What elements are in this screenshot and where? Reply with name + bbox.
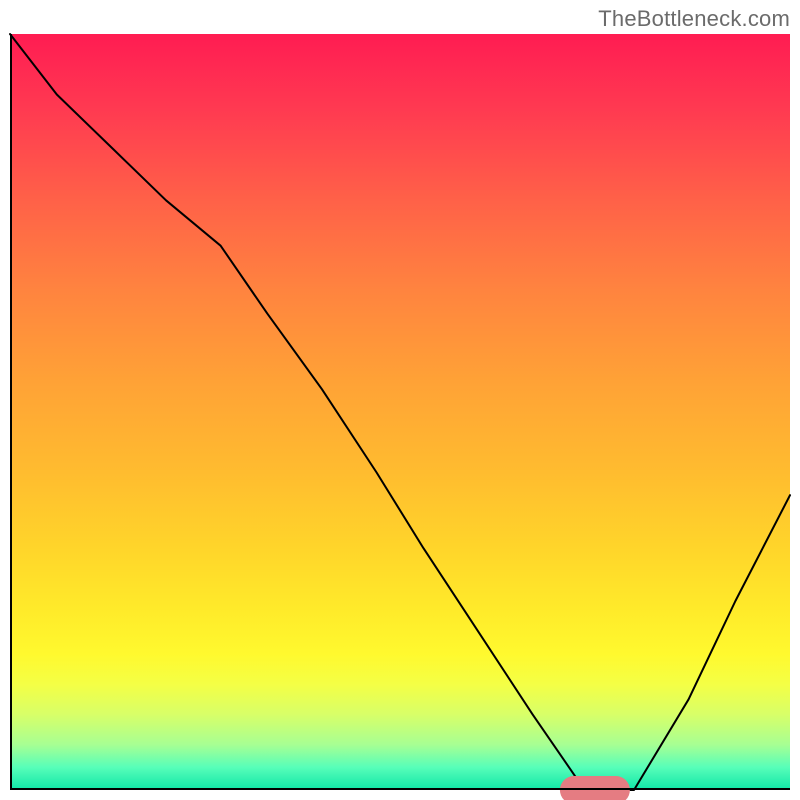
chart-container: TheBottleneck.com [0,0,800,800]
bottleneck-curve [10,34,790,790]
plot-area [10,34,790,790]
series-layer [10,34,790,790]
watermark-text: TheBottleneck.com [598,6,790,32]
optimal-marker [560,776,630,800]
